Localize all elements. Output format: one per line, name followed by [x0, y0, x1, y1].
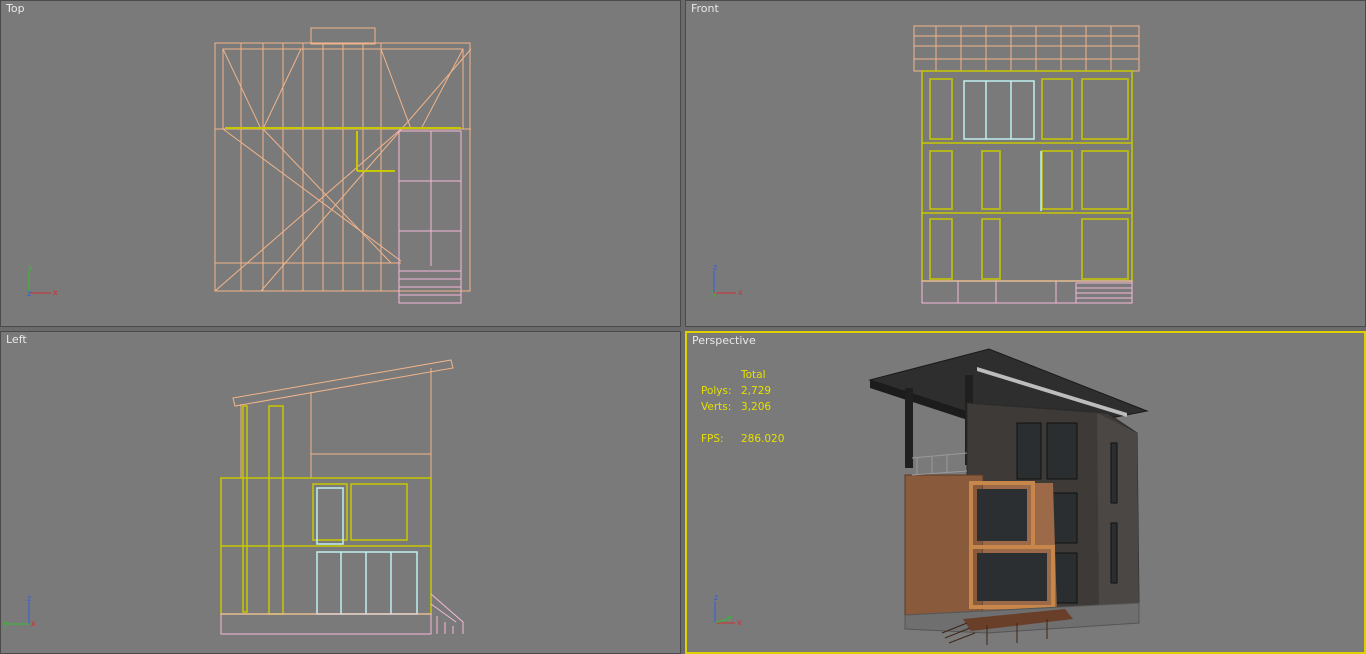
axis-label-z: z [27, 289, 32, 298]
top-view-wireframe [214, 27, 472, 304]
axis-label-y: y [712, 289, 717, 298]
axis-label-y: y [3, 619, 8, 628]
viewport-left[interactable]: Left z y x [0, 331, 681, 654]
axis-label-x: x [738, 288, 743, 297]
axis-label-z: z [714, 593, 719, 602]
axis-label-x: x [53, 288, 58, 297]
axis-label-y: y [727, 613, 732, 622]
axis-label-z: z [713, 263, 718, 272]
viewport-top[interactable]: Top y x z [0, 0, 681, 327]
viewport-perspective[interactable]: Perspective Total Polys: 2,729 Verts: 3,20… [685, 331, 1366, 654]
axis-label-z: z [27, 594, 32, 603]
axis-label-y: y [28, 263, 33, 272]
axis-label-x: x [737, 618, 742, 627]
left-view-wireframe [220, 359, 464, 635]
viewport-front[interactable]: Front z x y [685, 0, 1366, 327]
perspective-render [868, 348, 1149, 645]
front-view-wireframe [913, 25, 1140, 304]
axis-label-x: x [31, 619, 36, 628]
